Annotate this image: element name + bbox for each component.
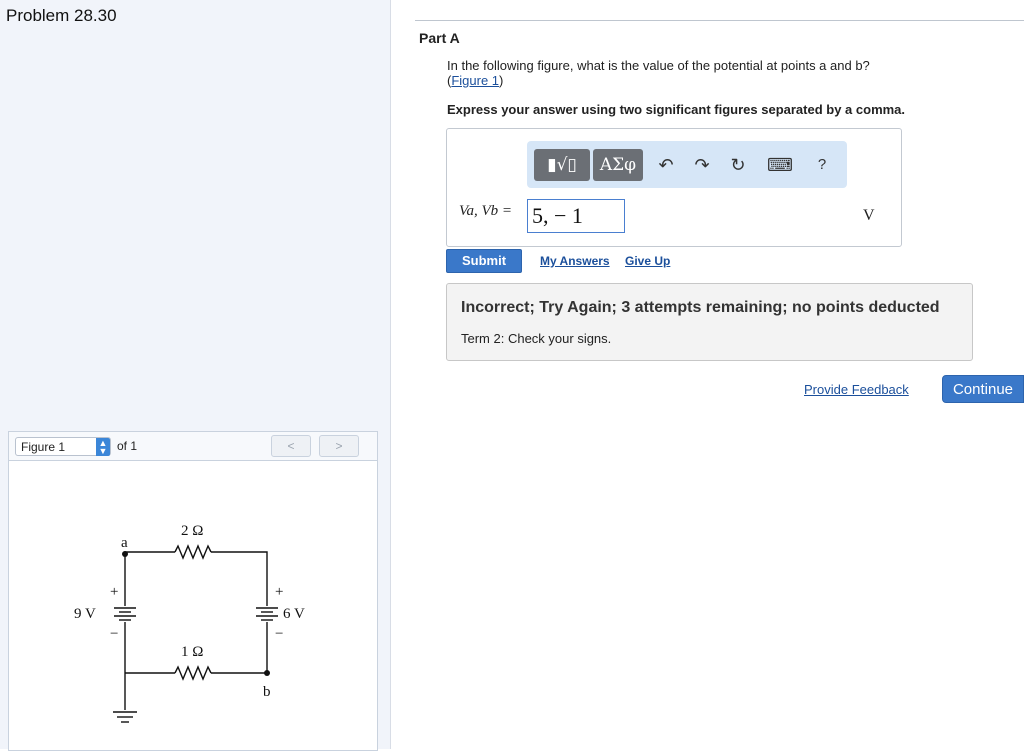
figure-viewer: Figure 1 ▲ ▼ of 1 < > 2 Ω 1 Ω 9 V 6 V a … [8,431,378,751]
templates-icon: ▮√▯ [547,155,577,175]
help-icon[interactable]: ? [810,153,834,177]
top-wire [124,551,175,554]
chevron-right-icon: > [335,439,343,453]
previous-figure-button[interactable]: < [271,435,311,457]
top-divider [415,20,1024,21]
part-label: Part A [419,30,460,46]
figure-count: of 1 [117,439,138,453]
question-text: In the following figure, what is the val… [447,58,1007,88]
problem-title: Problem 28.30 [6,6,117,25]
feedback-detail: Term 2: Check your signs. [461,331,612,346]
instruction-text: Express your answer using two significan… [447,102,906,117]
point-b-node [264,670,270,676]
bottom-resistor-label: 1 Ω [181,644,203,660]
left-minus-sign: − [110,626,118,642]
figure-link-paren-close: ) [499,73,504,88]
figure-select[interactable]: Figure 1 ▲ ▼ [15,437,111,456]
problem-panel: Problem 28.30 Figure 1 ▲ ▼ of 1 < > 2 Ω … [0,0,391,751]
left-plus-sign: + [110,584,118,600]
math-toolbar: ▮√▯ ΑΣφ ↶ ↷ ↻ ⌨ ? [527,141,847,188]
figure-link[interactable]: Figure 1 [451,73,499,88]
continue-button[interactable]: Continue [942,375,1024,403]
feedback-box: Incorrect; Try Again; 3 attempts remaini… [446,283,973,361]
point-b-label: b [263,684,271,700]
answer-box: ▮√▯ ΑΣφ ↶ ↷ ↻ ⌨ ? Va, Vb = 5, − 1 V [446,128,902,247]
submit-button[interactable]: Submit [446,249,522,273]
redo-icon[interactable]: ↷ [690,153,714,177]
provide-feedback-link[interactable]: Provide Feedback [804,382,909,397]
undo-icon[interactable]: ↶ [654,153,678,177]
top-wire-right [211,551,268,606]
keyboard-icon[interactable]: ⌨ [767,153,793,177]
top-resistor-label: 2 Ω [181,523,203,539]
unit-label: V [863,207,875,224]
next-figure-button[interactable]: > [319,435,359,457]
select-arrows-icon: ▲ ▼ [96,438,110,456]
question-body: In the following figure, what is the val… [447,58,870,73]
give-up-link[interactable]: Give Up [625,254,670,268]
right-plus-sign: + [275,584,283,600]
templates-button[interactable]: ▮√▯ [534,149,590,181]
right-battery-label: 6 V [283,606,305,622]
top-resistor [174,544,212,560]
figure-toolbar: Figure 1 ▲ ▼ of 1 < > [9,432,377,461]
bottom-resistor [174,665,212,681]
chevron-left-icon: < [287,439,295,453]
my-answers-link[interactable]: My Answers [540,254,610,268]
symbols-icon: ΑΣφ [599,155,637,175]
circuit-diagram: 2 Ω 1 Ω 9 V 6 V a b + − + − [74,523,305,723]
answer-input[interactable]: 5, − 1 [527,199,625,233]
point-a-node [122,551,128,557]
variable-label: Va, Vb = [459,203,513,219]
figure-select-value: Figure 1 [21,440,66,454]
reset-icon[interactable]: ↻ [726,153,750,177]
left-battery-label: 9 V [74,606,96,622]
symbols-button[interactable]: ΑΣφ [593,149,643,181]
point-a-label: a [121,535,128,551]
right-minus-sign: − [275,626,283,642]
feedback-title: Incorrect; Try Again; 3 attempts remaini… [461,299,940,316]
